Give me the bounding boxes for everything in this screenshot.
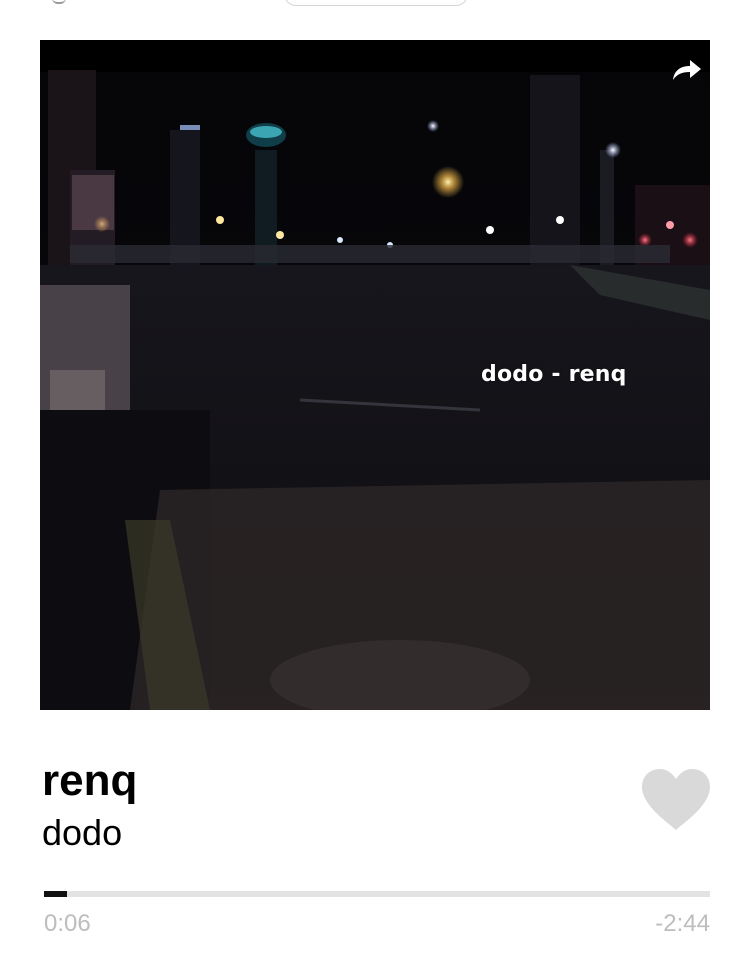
top-pill-control[interactable] — [284, 0, 468, 6]
track-title: dodo — [42, 812, 123, 853]
share-icon[interactable] — [672, 58, 702, 82]
like-button[interactable] — [640, 768, 712, 832]
remaining-time: -2:44 — [655, 910, 710, 937]
album-artwork: dodo - renq — [40, 40, 710, 710]
heart-icon — [642, 769, 710, 830]
progress-fill — [44, 891, 67, 897]
artwork-caption: dodo - renq — [481, 362, 627, 387]
elapsed-time: 0:06 — [44, 910, 91, 937]
top-chevron-icon[interactable] — [52, 0, 66, 4]
artist-name: renq — [42, 756, 138, 805]
progress-bar[interactable] — [44, 891, 710, 897]
